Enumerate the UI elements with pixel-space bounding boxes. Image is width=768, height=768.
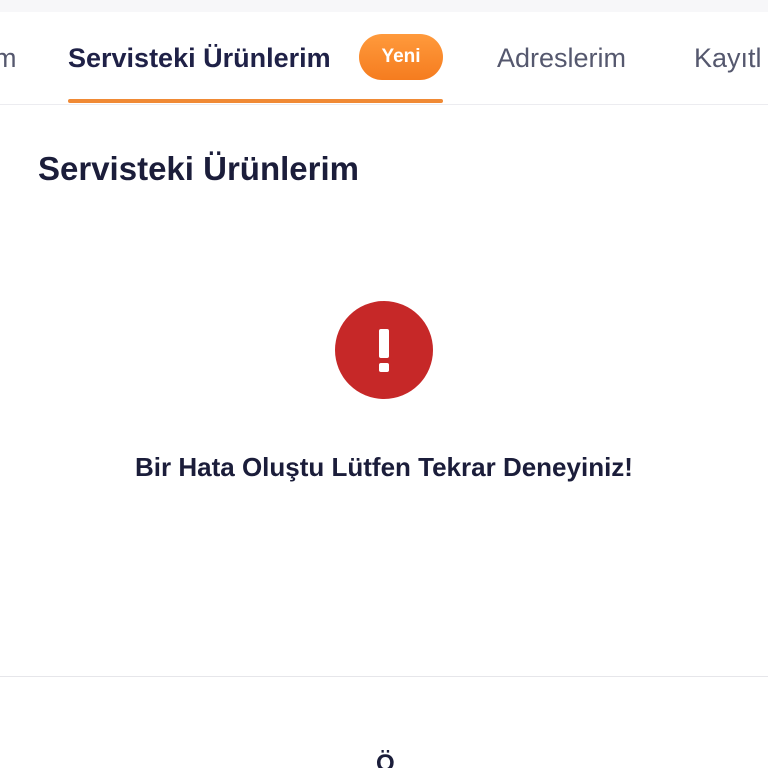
page: m Servisteki Ürünlerim Yeni Adreslerim K…: [0, 0, 768, 768]
bottom-partial-text: Ö: [376, 750, 395, 768]
active-tab-indicator: [68, 99, 443, 103]
tab-previous[interactable]: m: [0, 40, 17, 76]
section-divider: [0, 676, 768, 677]
new-badge: Yeni: [359, 34, 443, 80]
exclamation-circle-icon: [335, 301, 433, 399]
top-strip: [0, 0, 768, 12]
page-title: Servisteki Ürünlerim: [38, 150, 359, 187]
tab-kayitli[interactable]: Kayıtl: [694, 40, 762, 76]
exclamation-icon-svg: [379, 329, 389, 372]
error-message: Bir Hata Oluştu Lütfen Tekrar Deneyiniz!: [135, 452, 633, 482]
tab-bar: m Servisteki Ürünlerim Yeni Adreslerim K…: [0, 12, 768, 105]
tab-adreslerim[interactable]: Adreslerim: [497, 40, 626, 76]
tab-servisteki-urunlerim[interactable]: Servisteki Ürünlerim: [68, 40, 331, 76]
